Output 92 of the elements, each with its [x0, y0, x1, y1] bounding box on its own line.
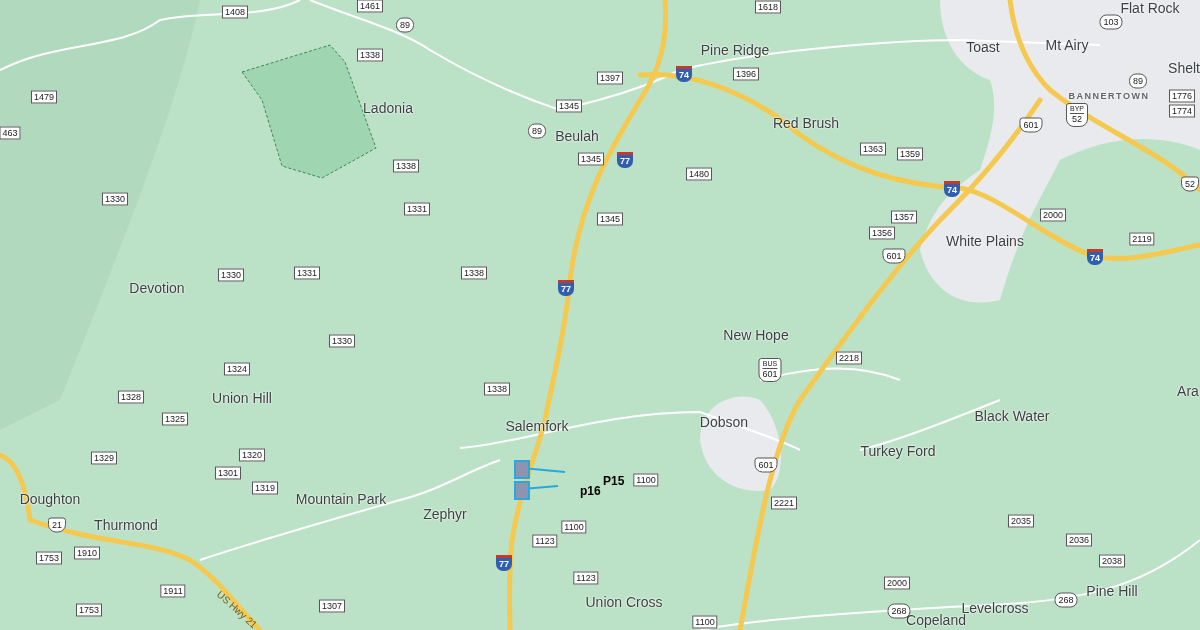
- route-shield: 268: [1054, 592, 1078, 608]
- route-shield: 1910: [74, 546, 100, 560]
- route-shield: 601: [1019, 117, 1043, 133]
- route-shield: 1911: [160, 584, 186, 598]
- route-shield: 1330: [218, 268, 244, 282]
- route-shield: 1338: [461, 266, 487, 280]
- route-shield: 1123: [573, 571, 599, 585]
- route-shield: 1330: [102, 192, 128, 206]
- road-label: US Hwy 21: [214, 588, 260, 630]
- route-shield: 2221: [771, 496, 797, 510]
- place-label: Pine Ridge: [700, 42, 770, 58]
- route-shield: 1319: [252, 481, 278, 495]
- place-label: Zephyr: [423, 506, 467, 522]
- place-label: Levelcross: [961, 600, 1029, 616]
- route-shield: 77: [496, 555, 512, 571]
- route-shield: 1328: [118, 390, 144, 404]
- route-shield: 1363: [860, 142, 886, 156]
- route-shield: 1753: [36, 551, 62, 565]
- route-shield: 1123: [532, 534, 558, 548]
- place-label: New Hope: [723, 327, 789, 343]
- route-shield: 1461: [357, 0, 383, 13]
- route-shield: 2038: [1099, 554, 1125, 568]
- route-shield: 463: [0, 126, 21, 140]
- route-shield: 1307: [319, 599, 345, 613]
- route-shield: 2035: [1008, 514, 1034, 528]
- route-shield: 1100: [692, 615, 718, 629]
- place-label: Union Hill: [212, 390, 272, 406]
- route-shield: 1345: [578, 152, 604, 166]
- place-label: Ladonia: [363, 100, 413, 116]
- route-shield: 1356: [869, 226, 895, 240]
- route-shield: 2036: [1066, 533, 1092, 547]
- route-shield: 74: [944, 181, 960, 197]
- place-label: Pine Hill: [1086, 583, 1138, 599]
- route-shield: 2000: [1040, 208, 1066, 222]
- route-shield: 1100: [633, 473, 659, 487]
- route-shield: 89: [528, 123, 546, 139]
- route-shield: 1338: [357, 48, 383, 62]
- route-shield: 1357: [891, 210, 917, 224]
- place-label: Devotion: [129, 280, 185, 296]
- route-shield: 1345: [556, 99, 582, 113]
- route-shield: 1479: [31, 90, 57, 104]
- place-label: White Plains: [946, 233, 1024, 249]
- route-shield: 2000: [884, 576, 910, 590]
- route-shield: 1100: [561, 520, 587, 534]
- route-shield: 1325: [162, 412, 188, 426]
- route-shield: 1324: [224, 362, 250, 376]
- route-shield: 1345: [597, 212, 623, 226]
- route-shield: 77: [617, 152, 633, 168]
- parcel-label: p16: [580, 484, 601, 498]
- place-label: Flat Rock: [1120, 0, 1180, 16]
- route-shield: 2218: [836, 351, 862, 365]
- route-shield: 21: [48, 517, 66, 533]
- route-shield: 1359: [897, 147, 923, 161]
- route-shield: 1301: [215, 466, 241, 480]
- route-shield: 1329: [91, 451, 117, 465]
- place-label: Toast: [966, 39, 1000, 55]
- route-shield: 1480: [686, 167, 712, 181]
- route-shield: 1618: [755, 0, 781, 14]
- route-shield: 1330: [329, 334, 355, 348]
- route-shield: 1396: [733, 67, 759, 81]
- place-label: BANNERTOWN: [1068, 91, 1150, 101]
- place-label: Turkey Ford: [860, 443, 936, 459]
- place-label: Mt Airy: [1045, 37, 1089, 53]
- route-shield: 601: [754, 457, 778, 473]
- route-shield: 1338: [393, 159, 419, 173]
- route-shield: 1331: [404, 202, 430, 216]
- parcel-label: P15: [603, 474, 625, 488]
- place-label: Union Cross: [585, 594, 663, 610]
- route-shield: 1774: [1169, 104, 1195, 118]
- route-shield: 1331: [294, 266, 320, 280]
- place-label: Black Water: [974, 408, 1050, 424]
- place-label: Beulah: [555, 128, 599, 144]
- place-label: Thurmond: [94, 517, 158, 533]
- route-shield: 77: [558, 280, 574, 296]
- route-shield: 1408: [222, 5, 248, 19]
- parcel-marker[interactable]: [514, 460, 566, 479]
- place-label: Ara: [1177, 383, 1199, 399]
- route-shield: 2119: [1129, 232, 1155, 246]
- route-shield: 1776: [1169, 89, 1195, 103]
- route-shield: 601: [882, 248, 906, 264]
- route-shield: 1753: [76, 603, 102, 617]
- route-shield: 89: [396, 17, 414, 33]
- parcel-marker[interactable]: [514, 481, 559, 500]
- place-label: Mountain Park: [295, 491, 387, 507]
- route-shield: 1338: [484, 382, 510, 396]
- route-shield: 74: [676, 66, 692, 82]
- place-label: Shelt: [1168, 60, 1200, 76]
- route-shield: 74: [1087, 249, 1103, 265]
- place-label: Dobson: [699, 414, 749, 430]
- route-shield: 1320: [239, 448, 265, 462]
- route-shield: 52: [1181, 176, 1199, 192]
- route-shield: 1397: [597, 71, 623, 85]
